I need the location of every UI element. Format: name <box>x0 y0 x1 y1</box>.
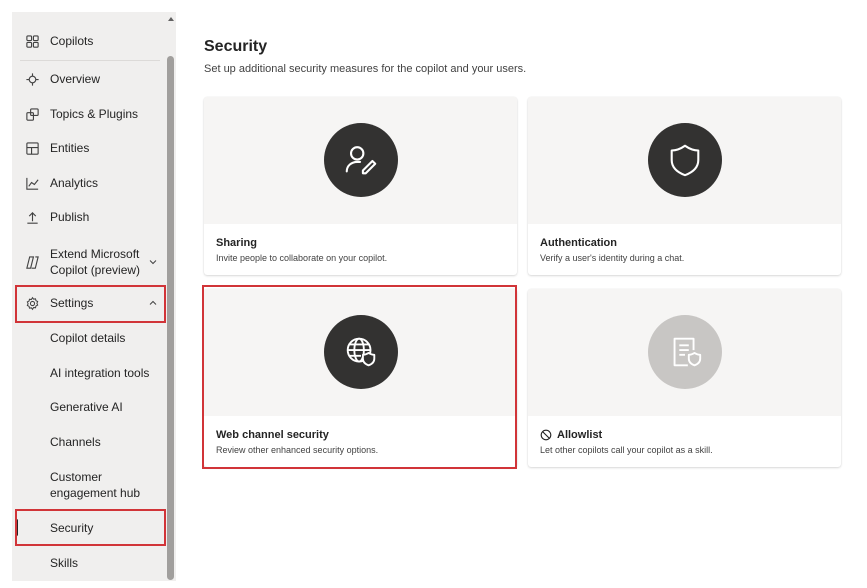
page-title: Security <box>204 38 268 55</box>
sidebar-item-label: Topics & Plugins <box>50 107 139 121</box>
person-edit-icon <box>323 123 398 197</box>
sidebar-subitem-copilot-details[interactable]: Copilot details <box>12 330 166 346</box>
sidebar-subitem-ai-integration-tools[interactable]: AI integration tools <box>12 365 166 381</box>
sidebar-item-publish[interactable]: Publish <box>12 208 166 226</box>
chevron-down-icon[interactable] <box>148 257 158 267</box>
card-description: Verify a user's identity during a chat. <box>540 253 685 263</box>
sidebar-subitem-channels[interactable]: Channels <box>12 434 166 450</box>
overview-icon <box>24 71 40 87</box>
sidebar-subitem-label: Skills <box>50 556 79 570</box>
prohibited-icon <box>540 429 552 441</box>
sidebar-item-label: Overview <box>50 72 101 86</box>
globe-shield-icon <box>323 315 398 389</box>
sidebar-item-extend-copilot[interactable]: Extend Microsoft Copilot (preview) <box>12 245 166 279</box>
card-title: Sharing <box>216 237 257 249</box>
shield-icon <box>647 123 722 197</box>
sidebar-subitem-skills[interactable]: Skills <box>12 555 166 571</box>
card-web-channel-security[interactable]: Web channel security Review other enhanc… <box>204 289 517 467</box>
sidebar-item-overview[interactable]: Overview <box>12 70 166 88</box>
page-subtitle: Set up additional security measures for … <box>204 63 527 75</box>
document-shield-icon <box>647 315 722 389</box>
sidebar-item-label: Publish <box>50 210 90 224</box>
grid-icon <box>24 33 40 49</box>
card-title: Web channel security <box>216 429 329 441</box>
sidebar-item-label-group: Extend Microsoft Copilot (preview) <box>50 246 140 278</box>
sidebar: Copilots Overview Topics & Plugins Entit… <box>12 12 176 581</box>
sidebar-item-label: Copilot (preview) <box>50 263 141 277</box>
sidebar-item-copilots[interactable]: Copilots <box>12 32 166 50</box>
card-sharing[interactable]: Sharing Invite people to collaborate on … <box>204 97 517 275</box>
card-authentication[interactable]: Authentication Verify a user's identity … <box>528 97 841 275</box>
card-allowlist[interactable]: Allowlist Let other copilots call your c… <box>528 289 841 467</box>
sidebar-subitem-label: AI integration tools <box>50 366 150 380</box>
sidebar-item-entities[interactable]: Entities <box>12 139 166 157</box>
card-title: Allowlist <box>557 429 603 441</box>
sidebar-subitem-label: Copilot details <box>50 331 126 345</box>
card-description: Invite people to collaborate on your cop… <box>216 253 388 263</box>
sidebar-item-label: Copilots <box>50 34 94 48</box>
sidebar-subitem-customer-engagement-hub[interactable]: Customer engagement hub <box>12 469 166 501</box>
card-description: Review other enhanced security options. <box>216 445 379 455</box>
topics-icon <box>24 106 40 122</box>
sidebar-item-settings[interactable]: Settings <box>12 294 166 312</box>
sidebar-item-label: Extend Microsoft <box>50 247 140 261</box>
sidebar-scrollbar-thumb[interactable] <box>167 56 174 580</box>
chevron-up-icon[interactable] <box>148 298 158 308</box>
sidebar-subitem-label: Generative AI <box>50 400 123 414</box>
publish-icon <box>24 209 40 225</box>
copilot-icon <box>24 254 40 270</box>
entities-icon <box>24 140 40 156</box>
sidebar-item-label: Analytics <box>50 176 99 190</box>
gear-icon <box>24 295 40 311</box>
sidebar-item-label: Settings <box>50 296 94 310</box>
sidebar-item-topics[interactable]: Topics & Plugins <box>12 105 166 123</box>
scroll-up-icon[interactable] <box>166 14 176 24</box>
analytics-icon <box>24 175 40 191</box>
sidebar-subitem-label: Channels <box>50 435 101 449</box>
sidebar-subitem-security[interactable]: Security <box>12 520 166 536</box>
sidebar-item-analytics[interactable]: Analytics <box>12 174 166 192</box>
sidebar-subitem-label: Customer <box>50 470 103 484</box>
sidebar-subitem-label: Security <box>50 521 94 535</box>
sidebar-divider <box>20 60 160 61</box>
card-title-row: Allowlist <box>540 429 602 441</box>
sidebar-subitem-label: engagement hub <box>50 486 141 500</box>
sidebar-item-label: Entities <box>50 141 90 155</box>
card-title: Authentication <box>540 237 617 249</box>
card-description: Let other copilots call your copilot as … <box>540 445 713 455</box>
selected-indicator <box>15 519 18 536</box>
sidebar-subitem-generative-ai[interactable]: Generative AI <box>12 399 166 415</box>
